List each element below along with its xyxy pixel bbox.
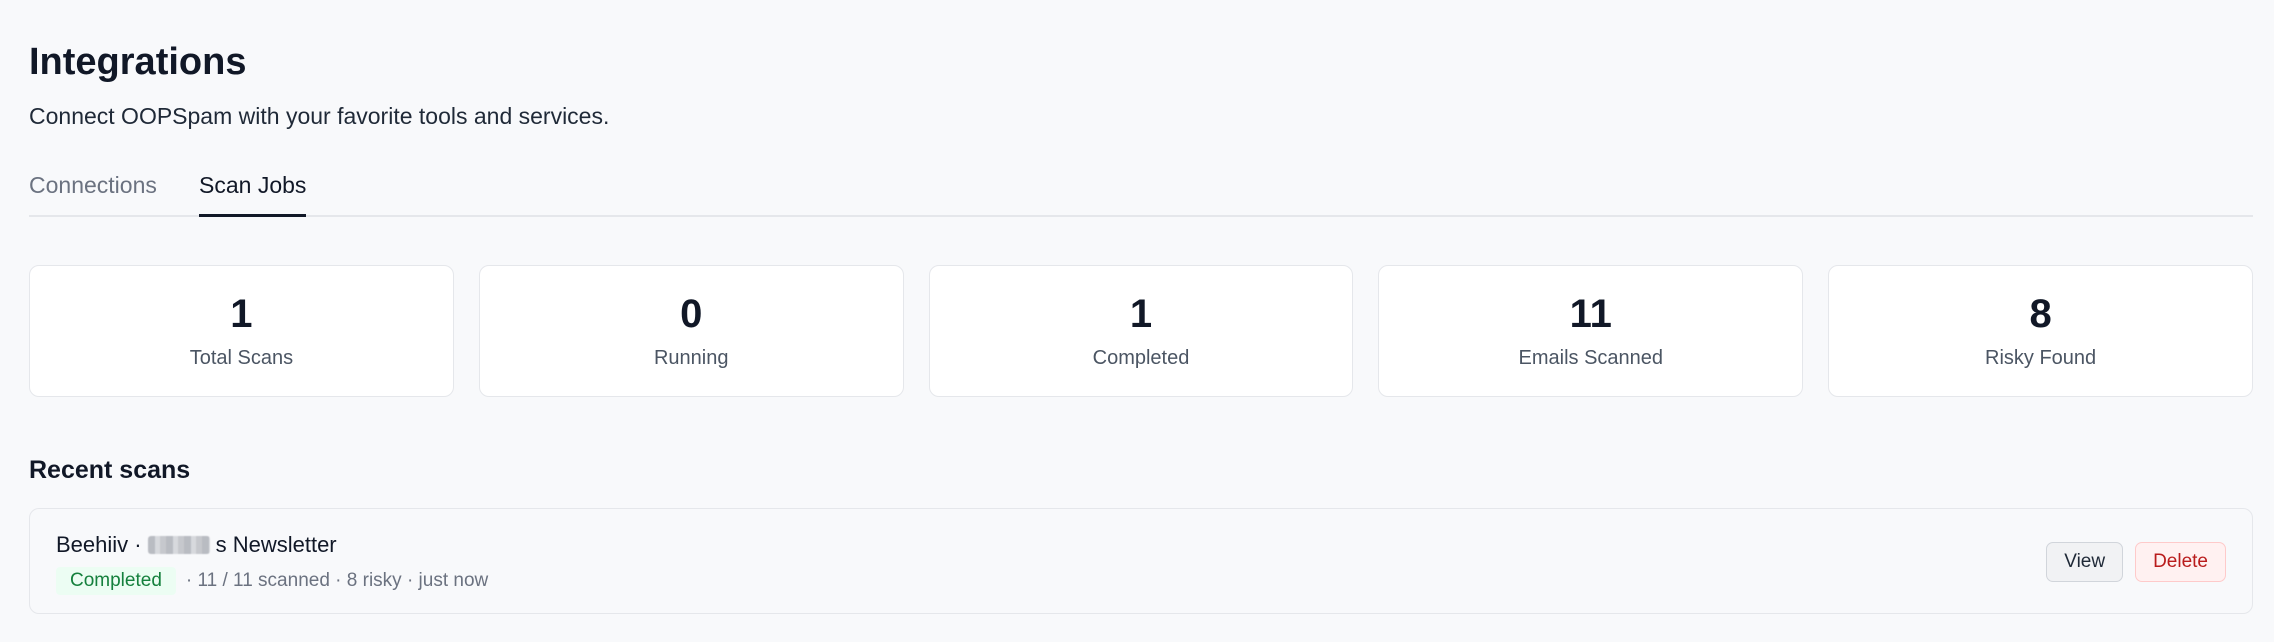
scan-job-title: Beehiiv · s Newsletter (56, 531, 337, 559)
scan-stats: 1 Total Scans 0 Running 1 Completed 11 E… (29, 265, 2253, 397)
recent-scans-heading: Recent scans (29, 456, 191, 484)
stat-value: 11 (1569, 292, 1612, 336)
stat-value: 1 (1129, 292, 1153, 336)
scan-job-actions: View Delete (2046, 542, 2226, 582)
stat-card-emails-scanned: 11 Emails Scanned (1378, 265, 1804, 397)
stat-card-total-scans: 1 Total Scans (29, 265, 454, 397)
scan-details: · 11 / 11 scanned · 8 risky · just now (185, 570, 489, 591)
stat-label: Total Scans (189, 347, 294, 369)
stat-label: Emails Scanned (1518, 347, 1664, 369)
tab-scan-jobs[interactable]: Scan Jobs (199, 170, 307, 217)
stat-value: 8 (2029, 292, 2052, 336)
page-title: Integrations (29, 41, 247, 83)
scan-source: Beehiiv · (56, 532, 142, 557)
view-button[interactable]: View (2046, 542, 2124, 582)
scan-name-suffix: s Newsletter (215, 532, 337, 557)
scan-job-meta: Completed · 11 / 11 scanned · 8 risky · … (56, 567, 488, 595)
stat-label: Risky Found (1985, 347, 2097, 369)
stat-value: 0 (680, 292, 703, 336)
page-subtitle: Connect OOPSpam with your favorite tools… (29, 103, 610, 129)
stat-label: Completed (1092, 347, 1190, 369)
tab-bar: Connections Scan Jobs (29, 160, 2253, 217)
delete-button[interactable]: Delete (2135, 542, 2226, 582)
stat-label: Running (653, 347, 729, 369)
stat-card-risky-found: 8 Risky Found (1828, 265, 2253, 397)
stat-card-completed: 1 Completed (928, 265, 1354, 397)
stat-card-running: 0 Running (478, 265, 904, 397)
redacted-text (147, 536, 210, 554)
stat-value: 1 (230, 292, 253, 336)
scan-job-row: Beehiiv · s Newsletter Completed · 11 / … (29, 508, 2253, 614)
tab-connections[interactable]: Connections (29, 170, 157, 214)
status-badge: Completed (56, 567, 176, 595)
